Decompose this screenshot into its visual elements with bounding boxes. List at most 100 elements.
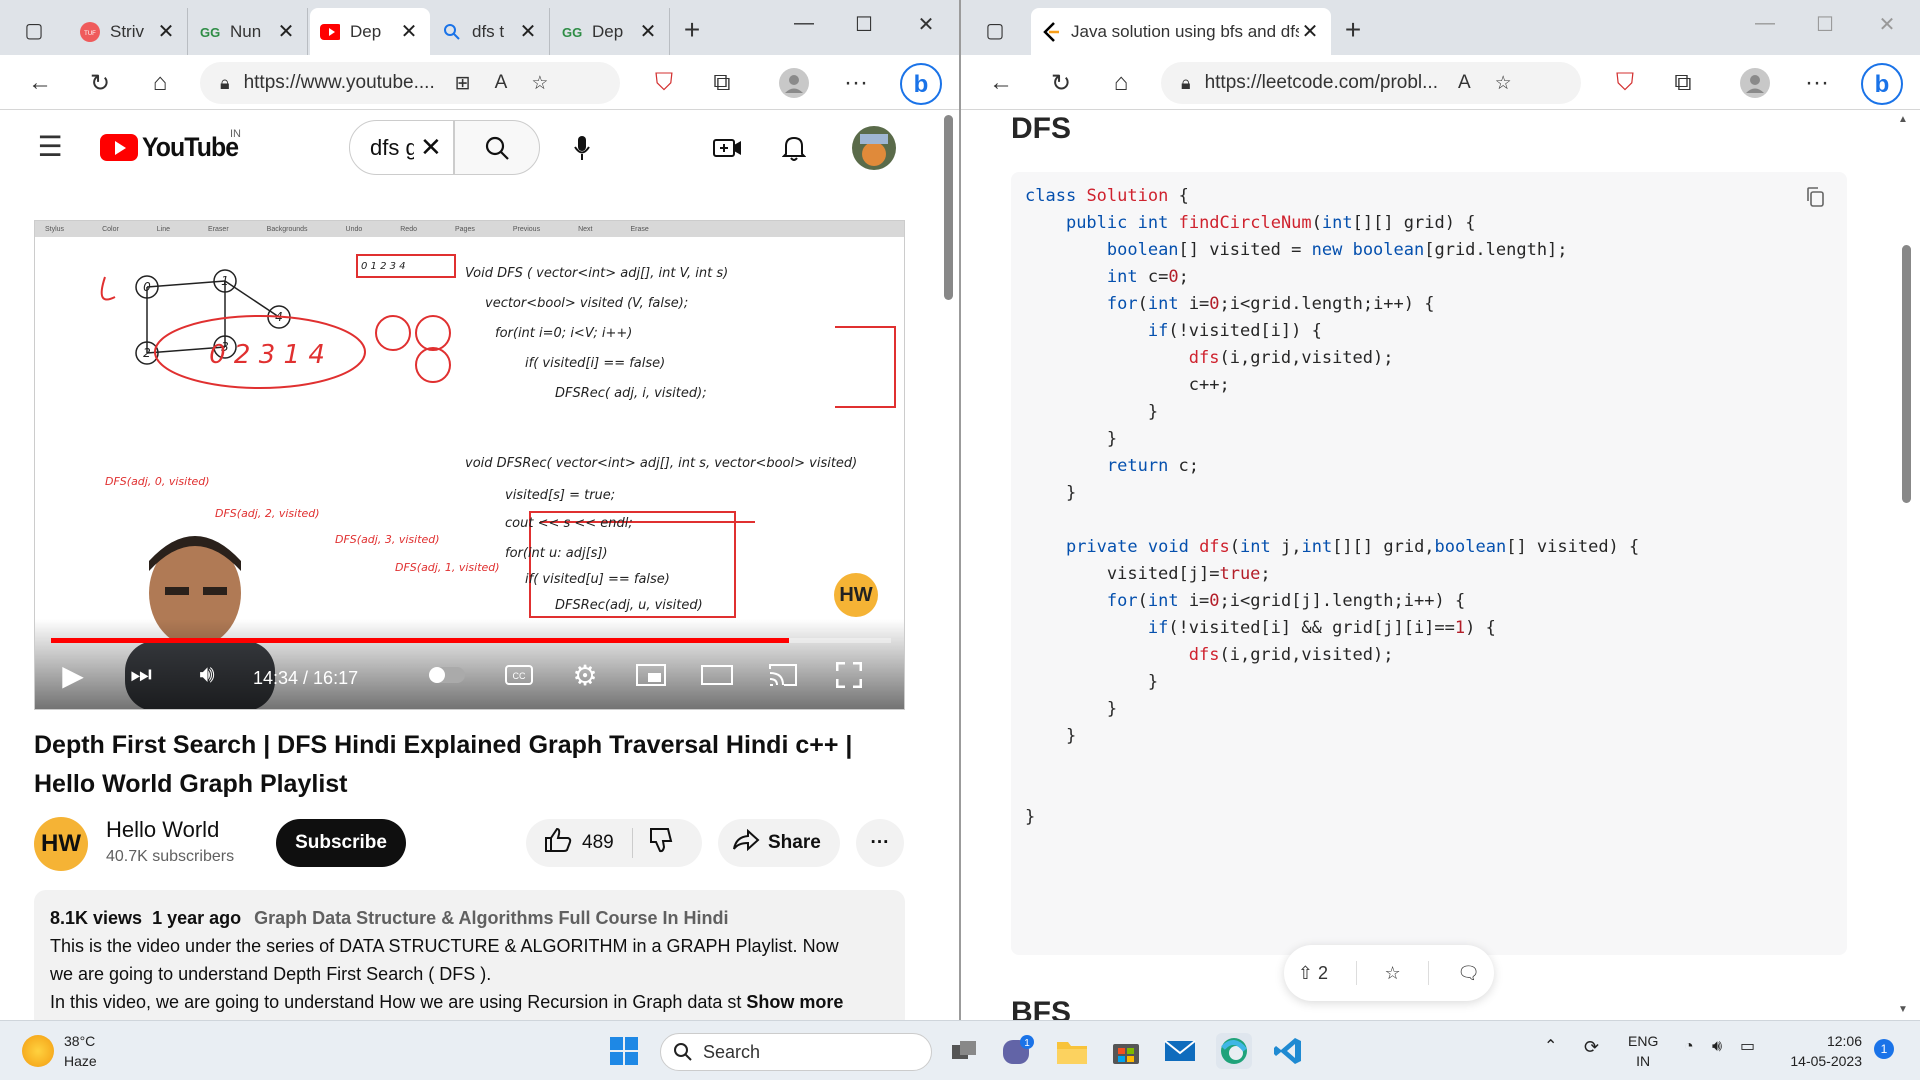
file-explorer-icon[interactable] xyxy=(1054,1033,1090,1069)
copy-icon[interactable] xyxy=(1805,186,1825,208)
tab-youtube-active[interactable]: Dep ✕ xyxy=(310,8,430,55)
fullscreen-icon[interactable] xyxy=(831,657,867,693)
video-player[interactable]: Stylus Color Line Eraser Backgrounds Und… xyxy=(34,220,905,710)
close-window-icon[interactable]: ✕ xyxy=(1867,12,1907,37)
play-icon[interactable]: ▶ xyxy=(55,657,91,693)
extensions-icon[interactable]: ⧉ xyxy=(706,67,738,99)
captions-icon[interactable]: CC xyxy=(501,657,537,693)
tab-actions-icon[interactable]: ▢ xyxy=(979,14,1011,46)
tab-gfg-depth[interactable]: GG Dep ✕ xyxy=(552,8,670,55)
page-scrollbar[interactable] xyxy=(944,115,953,300)
create-video-icon[interactable] xyxy=(712,132,744,164)
volume-icon[interactable]: 🔊︎ xyxy=(189,657,225,693)
miniplayer-icon[interactable] xyxy=(633,657,669,693)
mail-icon[interactable] xyxy=(1162,1033,1198,1069)
more-actions-button[interactable]: ··· xyxy=(856,819,904,867)
maximize-icon[interactable]: ☐ xyxy=(844,12,884,37)
home-icon[interactable]: ⌂ xyxy=(1105,67,1137,99)
show-hidden-icons-icon[interactable]: ⌃ xyxy=(1544,1037,1557,1057)
close-tab-icon[interactable]: ✕ xyxy=(1299,19,1321,44)
search-button[interactable] xyxy=(454,120,540,175)
refresh-icon[interactable]: ↻ xyxy=(84,67,116,99)
clock[interactable]: 12:06 14-05-2023 xyxy=(1782,1031,1862,1071)
channel-avatar[interactable]: HW xyxy=(34,817,88,871)
like-button[interactable] xyxy=(544,827,572,859)
comment-icon[interactable]: 🗨︎ xyxy=(1457,963,1480,984)
address-bar[interactable]: 🔒︎ https://www.youtube.... ⊞ A ☆ xyxy=(200,62,620,104)
microphone-icon[interactable] xyxy=(566,132,598,164)
read-aloud-icon[interactable]: A xyxy=(1458,72,1471,94)
home-icon[interactable]: ⌂ xyxy=(144,67,176,99)
extension-shield-icon[interactable]: ⛉ xyxy=(648,67,680,99)
close-tab-icon[interactable]: ✕ xyxy=(398,19,420,44)
edge-browser-icon[interactable] xyxy=(1216,1033,1252,1069)
teams-chat-icon[interactable]: 1 xyxy=(1000,1033,1036,1069)
playlist-tag[interactable]: Graph Data Structure & Algorithms Full C… xyxy=(254,908,728,928)
more-menu-icon[interactable]: ··· xyxy=(840,67,872,99)
address-bar[interactable]: 🔒︎ https://leetcode.com/probl... A ☆ xyxy=(1161,62,1581,104)
vscode-icon[interactable] xyxy=(1270,1033,1306,1069)
sync-icon[interactable]: ⟳ xyxy=(1584,1037,1599,1057)
show-more-link[interactable]: Show more xyxy=(746,992,843,1012)
close-tab-icon[interactable]: ✕ xyxy=(155,19,177,44)
new-tab-icon[interactable]: + xyxy=(1337,14,1369,46)
more-menu-icon[interactable]: ··· xyxy=(1801,67,1833,99)
next-video-icon[interactable]: ⏭ xyxy=(123,657,159,693)
start-button[interactable] xyxy=(606,1033,642,1069)
microsoft-store-icon[interactable] xyxy=(1108,1033,1144,1069)
wifi-icon[interactable]: ◔ xyxy=(1684,1037,1694,1057)
tab-actions-icon[interactable]: ▢ xyxy=(18,14,50,46)
channel-name[interactable]: Hello World xyxy=(106,817,219,843)
youtube-logo[interactable]: YouTube IN xyxy=(100,128,246,163)
scroll-down-arrow-icon[interactable]: ▼ xyxy=(1898,1004,1908,1015)
minimize-icon[interactable]: — xyxy=(1745,12,1785,35)
favorite-add-icon[interactable]: ☆ xyxy=(1495,72,1512,95)
favorite-star-icon[interactable]: ☆ xyxy=(1385,963,1401,984)
app-available-icon[interactable]: ⊞ xyxy=(455,72,471,95)
favorite-add-icon[interactable]: ☆ xyxy=(531,72,548,95)
new-tab-icon[interactable]: + xyxy=(676,14,708,46)
progress-bar[interactable] xyxy=(51,638,891,643)
task-view-icon[interactable] xyxy=(946,1033,982,1069)
tab-gfg-number[interactable]: GG Nun ✕ xyxy=(190,8,308,55)
search-input[interactable]: dfs g ✕ xyxy=(349,120,454,175)
taskbar-search[interactable]: Search xyxy=(660,1033,932,1071)
back-icon[interactable]: ← xyxy=(985,67,1017,99)
share-button[interactable]: Share xyxy=(718,819,840,867)
language-indicator[interactable]: ENG IN xyxy=(1628,1031,1658,1071)
cast-icon[interactable] xyxy=(765,657,801,693)
notifications-bell-icon[interactable] xyxy=(778,132,810,164)
tab-leetcode-active[interactable]: Java solution using bfs and dfs - ✕ xyxy=(1031,8,1331,55)
profile-icon[interactable] xyxy=(778,67,810,99)
close-tab-icon[interactable]: ✕ xyxy=(517,19,539,44)
close-tab-icon[interactable]: ✕ xyxy=(275,19,297,44)
close-tab-icon[interactable]: ✕ xyxy=(637,19,659,44)
minimize-icon[interactable]: — xyxy=(784,12,824,35)
theater-mode-icon[interactable] xyxy=(699,657,735,693)
description-box[interactable]: 8.1K views 1 year ago Graph Data Structu… xyxy=(34,890,905,1020)
hamburger-menu-icon[interactable]: ☰ xyxy=(34,130,66,162)
close-window-icon[interactable]: ✕ xyxy=(906,12,946,37)
scroll-up-arrow-icon[interactable]: ▲ xyxy=(1898,114,1908,125)
weather-widget[interactable]: 38°C Haze xyxy=(22,1031,97,1071)
refresh-icon[interactable]: ↻ xyxy=(1045,67,1077,99)
settings-gear-icon[interactable]: ⚙ xyxy=(567,657,603,693)
volume-icon[interactable]: 🔊︎ xyxy=(1712,1037,1722,1057)
profile-icon[interactable] xyxy=(1739,67,1771,99)
back-icon[interactable]: ← xyxy=(24,67,56,99)
account-avatar[interactable] xyxy=(852,126,896,170)
battery-icon[interactable]: ▭ xyxy=(1740,1037,1755,1057)
extensions-icon[interactable]: ⧉ xyxy=(1667,67,1699,99)
upvote-button[interactable]: ⇧ 2 xyxy=(1298,963,1328,984)
page-scrollbar[interactable] xyxy=(1902,245,1911,503)
autoplay-toggle[interactable] xyxy=(429,657,465,693)
notification-badge[interactable]: 1 xyxy=(1874,1039,1894,1059)
maximize-icon[interactable]: ☐ xyxy=(1805,12,1845,37)
bing-copilot-icon[interactable]: b xyxy=(900,63,942,105)
clear-search-icon[interactable]: ✕ xyxy=(420,132,442,163)
dislike-button[interactable] xyxy=(649,827,675,859)
tab-search-dfs[interactable]: dfs t ✕ xyxy=(432,8,550,55)
tab-striver[interactable]: TUF Striv ✕ xyxy=(70,8,188,55)
bing-copilot-icon[interactable]: b xyxy=(1861,63,1903,105)
extension-shield-icon[interactable]: ⛉ xyxy=(1609,67,1641,99)
